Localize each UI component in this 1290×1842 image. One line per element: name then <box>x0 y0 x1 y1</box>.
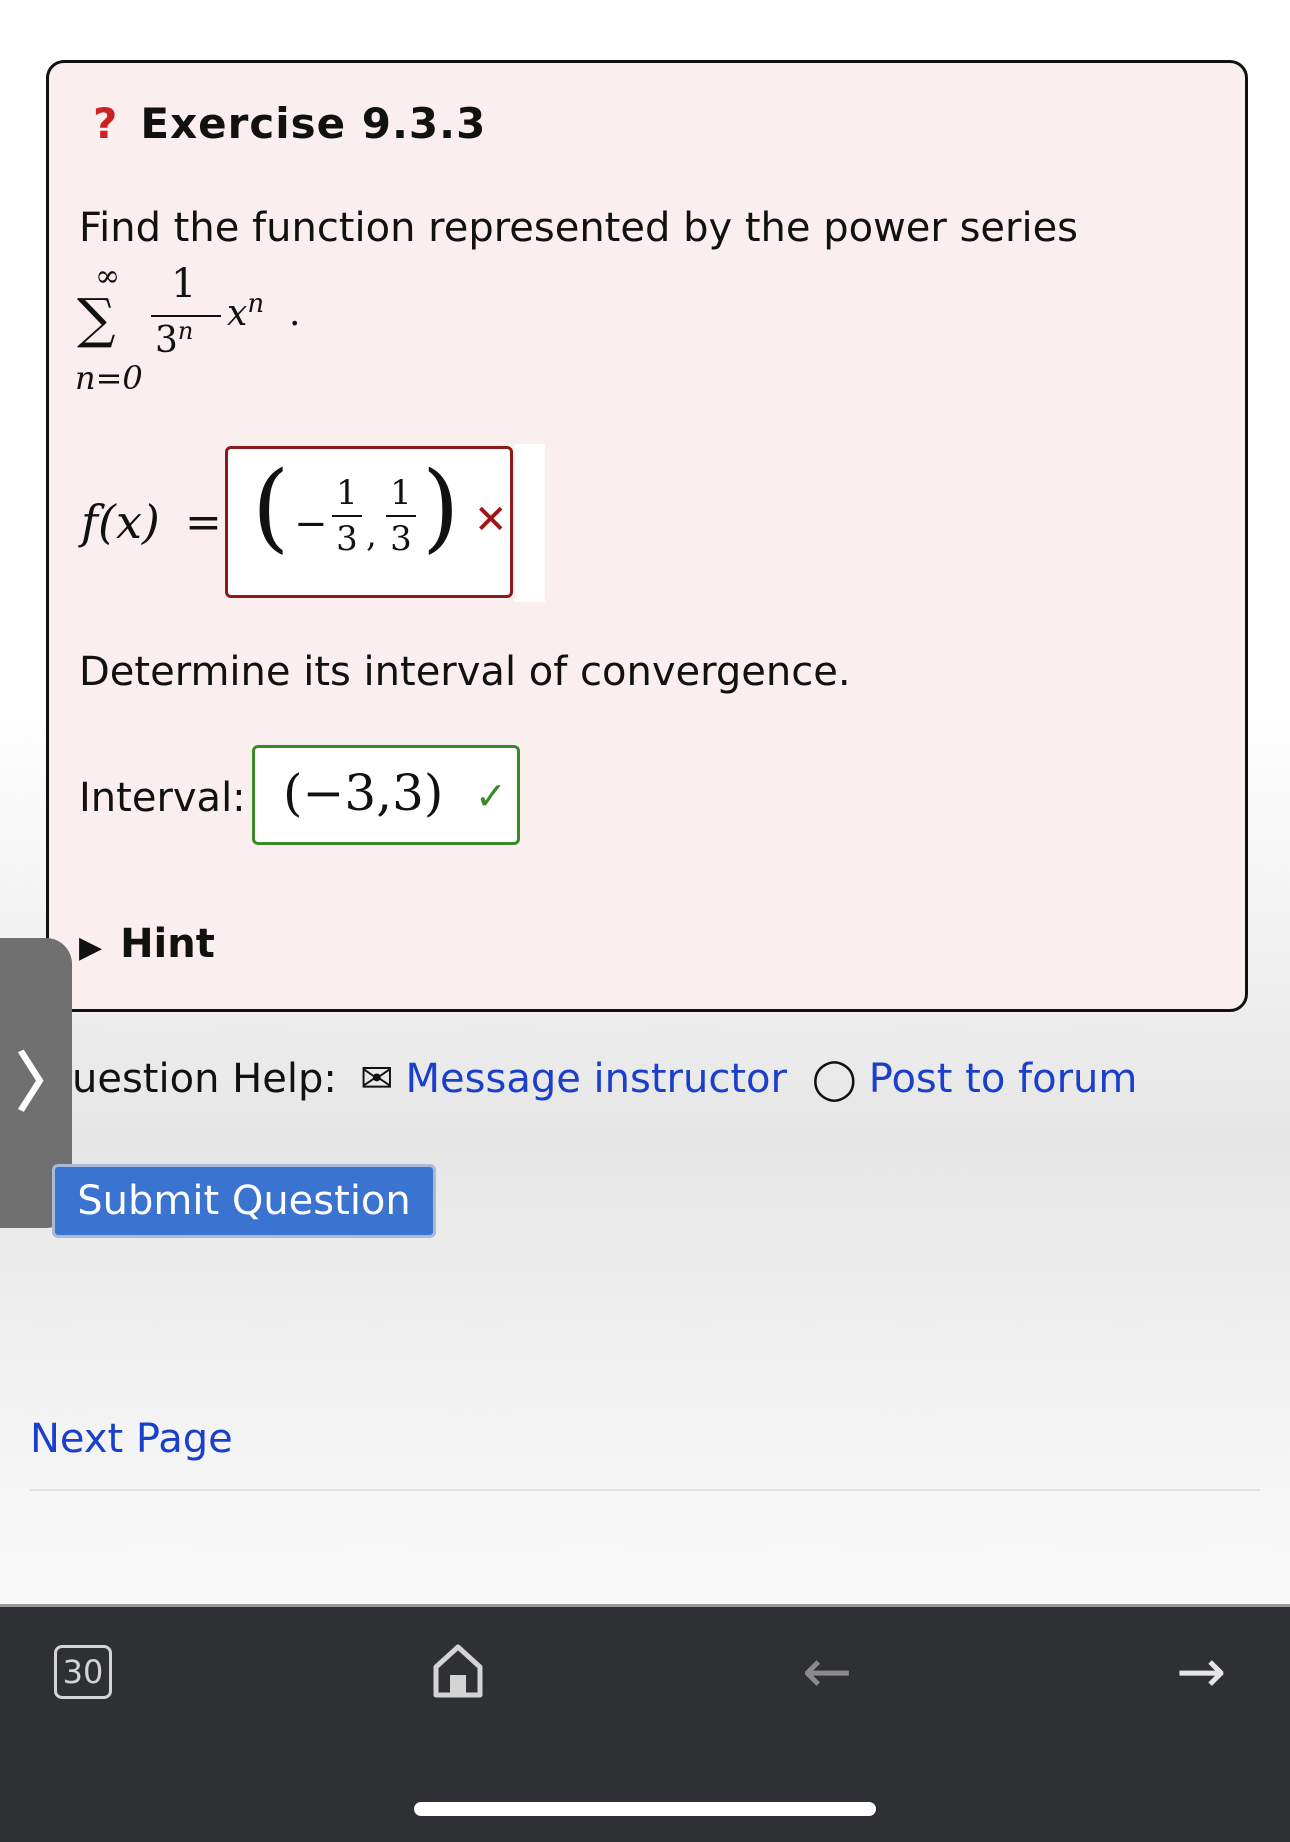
function-answer-input[interactable]: ( − 13 , 13 ) ✕ <box>225 446 513 598</box>
fraction-one-third-a: 13 <box>332 473 362 559</box>
submit-question-button[interactable]: Submit Question <box>52 1164 436 1238</box>
open-paren: ( <box>252 451 290 563</box>
interval-answer-value: (−3,3) <box>283 764 444 822</box>
divider <box>30 1489 1260 1491</box>
minus-sign: − <box>294 501 328 547</box>
series-numerator: 1 <box>171 261 197 307</box>
question-mark-icon: ? <box>93 99 119 148</box>
interval-label: Interval: <box>79 775 246 821</box>
browser-toolbar: 30 ← → <box>0 1604 1290 1842</box>
exercise-title: ? Exercise 9.3.3 <box>93 99 486 148</box>
exercise-title-text: Exercise 9.3.3 <box>140 99 487 148</box>
next-page-link[interactable]: Next Page <box>30 1416 233 1462</box>
close-paren: ) <box>422 451 460 563</box>
speech-bubble-icon: ◯ <box>812 1056 857 1102</box>
answer-box-extension <box>515 444 545 602</box>
exercise-card: ? Exercise 9.3.3 Find the function repres… <box>46 60 1248 1012</box>
power-series-formula: ∞ ∑ n=0 1 3n xn . <box>75 259 300 459</box>
tab-count-button[interactable]: 30 <box>54 1645 112 1699</box>
home-icon[interactable] <box>432 1643 484 1699</box>
hint-label: Hint <box>120 921 215 967</box>
post-to-forum-link[interactable]: ◯ Post to forum <box>812 1056 1137 1102</box>
interval-answer-input[interactable]: (−3,3) ✓ <box>252 745 520 845</box>
correct-check-icon: ✓ <box>475 774 507 818</box>
question-help-label: uestion Help: <box>72 1056 337 1102</box>
comma: , <box>366 515 377 555</box>
fraction-one-third-b: 13 <box>386 473 416 559</box>
sigma-symbol: ∑ <box>77 287 116 350</box>
incorrect-x-icon: ✕ <box>474 497 508 543</box>
chevron-right-icon: 〉 <box>16 1047 80 1121</box>
back-arrow-icon[interactable]: ← <box>802 1637 852 1707</box>
series-denominator: 3n <box>155 317 194 361</box>
hint-toggle[interactable]: ▶ Hint <box>79 921 215 967</box>
forward-arrow-icon[interactable]: → <box>1176 1637 1226 1707</box>
home-indicator <box>414 1802 876 1816</box>
series-term: xn <box>227 289 265 334</box>
triangle-right-icon: ▶ <box>79 930 103 965</box>
prompt-interval: Determine its interval of convergence. <box>79 649 851 695</box>
equals-sign: = <box>185 497 222 548</box>
sum-lower-limit: n=0 <box>75 359 143 397</box>
envelope-icon: ✉ <box>360 1056 394 1102</box>
prompt-text: Find the function represented by the pow… <box>79 205 1079 251</box>
message-instructor-link[interactable]: ✉ Message instructor <box>360 1056 787 1102</box>
function-label: f(x) <box>81 495 160 549</box>
series-period: . <box>289 293 301 334</box>
